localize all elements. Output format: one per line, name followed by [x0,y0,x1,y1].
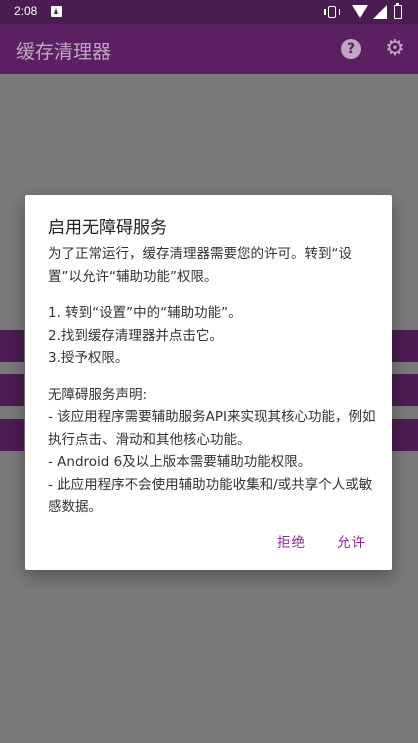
dialog-title: 启用无障碍服务 [48,218,167,238]
dialog-actions: 拒绝 允许 [25,531,392,551]
background-button-2 [0,374,24,406]
step-item: 2.找到缓存清理器并点击它。 [48,327,223,344]
app-title: 缓存清理器 [16,41,112,63]
app-bar: 缓存清理器 ? ⚙ [0,24,418,74]
vibrate-icon [324,6,340,18]
dialog-body: 为了正常运行，缓存清理器需要您的许可。转到“设置”以允许“辅助功能”权限。 1.… [48,243,378,519]
status-bar: 2:08 [0,0,418,24]
statement-line: - 该应用程序需要辅助服务API来实现其核心功能，例如执行点击、滑动和其他核心功… [48,409,376,448]
background-button-2-right [392,374,418,406]
accessibility-dialog: 启用无障碍服务 为了正常运行，缓存清理器需要您的许可。转到“设置”以允许“辅助功… [25,195,392,570]
help-icon[interactable]: ? [341,39,361,59]
status-icons [324,2,408,20]
statement-title: 无障碍服务声明: [48,386,148,403]
status-time: 2:08 [14,4,38,18]
wifi-icon [352,5,368,18]
step-item: 1. 转到“设置”中的“辅助功能”。 [48,305,242,321]
background-button-3-right [392,419,418,451]
background-button-1-right [392,330,418,362]
signal-icon [373,5,387,19]
reject-button[interactable]: 拒绝 [277,531,306,551]
statement-line: - 此应用程序不会使用辅助功能收集和/或共享个人或敏感数据。 [48,476,373,516]
dialog-intro: 为了正常运行，缓存清理器需要您的许可。转到“设置”以允许“辅助功能”权限。 [48,246,352,285]
allow-button[interactable]: 允许 [337,531,366,551]
notification-icon [51,6,62,17]
background-button-1 [0,330,24,362]
background-button-3 [0,419,24,451]
step-item: 3.授予权限。 [48,350,129,366]
gear-icon[interactable]: ⚙ [384,38,406,60]
battery-icon [394,2,402,19]
statement-line: - Android 6及以上版本需要辅助功能权限。 [48,454,312,470]
